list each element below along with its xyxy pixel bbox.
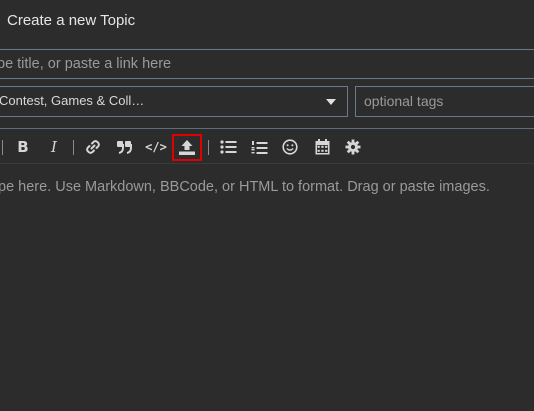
link-button[interactable] (83, 136, 103, 158)
composer-header: Create a new Topic (0, 0, 534, 44)
topic-title-placeholder: pe title, or paste a link here (0, 56, 172, 72)
bold-button[interactable]: B (14, 136, 32, 158)
emoji-icon (282, 139, 298, 155)
numbered-list-button[interactable] (249, 136, 269, 158)
gear-icon (345, 139, 361, 155)
topic-title-input[interactable]: pe title, or paste a link here (0, 49, 534, 79)
numbered-list-icon (251, 140, 267, 154)
code-icon: </> (145, 140, 167, 154)
chevron-down-icon (326, 99, 336, 105)
link-icon (86, 140, 100, 154)
upload-highlight-box (172, 134, 202, 161)
quote-button[interactable] (114, 136, 134, 158)
italic-button[interactable]: I (45, 136, 63, 158)
category-selected-value: Contest, Games & Coll… (0, 93, 145, 108)
calendar-button[interactable] (312, 136, 332, 158)
category-dropdown[interactable]: Contest, Games & Coll… (0, 86, 348, 117)
toolbar-separator (73, 140, 74, 155)
composer-body-placeholder[interactable]: pe here. Use Markdown, BBCode, or HTML t… (0, 179, 490, 195)
editor-frame (0, 128, 534, 411)
options-button[interactable] (343, 136, 363, 158)
composer-window: Create a new Topic pe title, or paste a … (0, 0, 534, 411)
tags-input[interactable]: optional tags (355, 86, 534, 117)
bullet-list-icon (219, 140, 236, 154)
bold-icon: B (17, 138, 29, 156)
quote-icon (117, 141, 132, 154)
emoji-button[interactable] (280, 136, 300, 158)
tags-placeholder: optional tags (364, 93, 444, 109)
italic-icon: I (51, 138, 57, 156)
toolbar-separator (208, 140, 209, 155)
calendar-icon (315, 139, 329, 155)
toolbar-separator (2, 140, 3, 155)
page-title: Create a new Topic (7, 12, 136, 29)
code-button[interactable]: </> (145, 136, 167, 158)
bullet-list-button[interactable] (218, 136, 238, 158)
